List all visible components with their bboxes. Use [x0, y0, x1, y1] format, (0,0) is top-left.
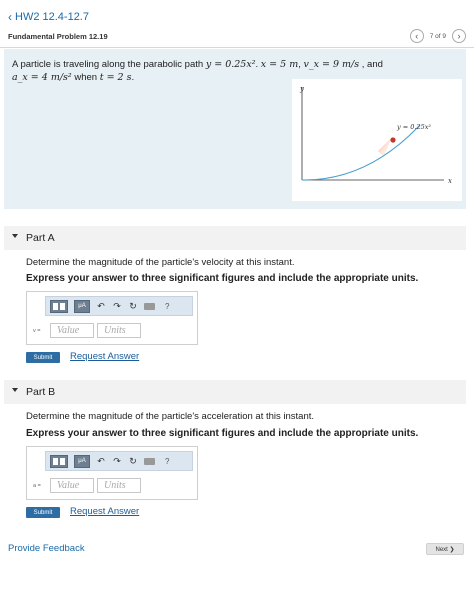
- variable-label: v =: [33, 327, 41, 334]
- part-b-answer-box: μA ↶ ↷ ↻ ? a = Value Units: [26, 446, 198, 500]
- parabola-curve: [301, 124, 421, 181]
- part-a-submit-button[interactable]: Submit: [26, 352, 60, 363]
- part-b-request-answer-link[interactable]: Request Answer: [70, 506, 139, 517]
- motion-trail: [378, 137, 392, 157]
- collapse-arrow-icon: [12, 388, 18, 392]
- part-a-answer-box: μA ↶ ↷ ↻ ? v = Value Units: [26, 291, 198, 345]
- next-button[interactable]: Next ❯: [426, 543, 464, 555]
- problem-header: Fundamental Problem 12.19 ‹ 7 of 9 ›: [0, 26, 474, 48]
- t-value: t = 2 s: [99, 72, 132, 83]
- parabola-figure: y x y = 0.25x²: [292, 79, 462, 201]
- units-icon[interactable]: μA: [74, 299, 90, 313]
- part-b-header[interactable]: Part B: [4, 380, 466, 404]
- help-icon[interactable]: ?: [165, 302, 169, 311]
- next-problem-button[interactable]: ›: [452, 29, 466, 43]
- x-value: x = 5 m: [260, 59, 299, 70]
- undo-icon[interactable]: ↶: [96, 456, 106, 467]
- units-icon[interactable]: μA: [74, 454, 90, 468]
- part-a-label: Part A: [26, 232, 55, 244]
- part-b-question: Determine the magnitude of the particle'…: [26, 411, 315, 422]
- reset-icon[interactable]: ↻: [128, 301, 138, 312]
- units-input[interactable]: Units: [97, 478, 141, 493]
- assignment-title: HW2 12.4-12.7: [15, 11, 89, 23]
- answer-fields: v = Value Units: [33, 323, 141, 338]
- answer-fields: a = Value Units: [33, 478, 141, 493]
- text-sep: .: [131, 72, 135, 83]
- particle-point: [390, 137, 396, 143]
- keyboard-icon[interactable]: [144, 302, 155, 310]
- templates-icon[interactable]: [50, 299, 68, 313]
- part-b-submit-button[interactable]: Submit: [26, 507, 60, 518]
- y-axis-label: y: [299, 85, 305, 93]
- part-b-instruction: Express your answer to three significant…: [26, 428, 419, 439]
- part-a-question: Determine the magnitude of the particle'…: [26, 257, 295, 268]
- variable-label: a =: [33, 482, 41, 489]
- reset-icon[interactable]: ↻: [128, 456, 138, 467]
- problem-position: 7 of 9: [429, 32, 446, 40]
- math-toolbar: μA ↶ ↷ ↻ ?: [45, 451, 193, 471]
- help-icon[interactable]: ?: [165, 457, 169, 466]
- part-a-header[interactable]: Part A: [4, 226, 466, 250]
- x-axis-label: x: [448, 177, 452, 185]
- collapse-arrow-icon: [12, 234, 18, 238]
- templates-icon[interactable]: [50, 454, 68, 468]
- curve-label: y = 0.25x²: [396, 123, 431, 131]
- units-input[interactable]: Units: [97, 323, 141, 338]
- math-toolbar: μA ↶ ↷ ↻ ?: [45, 296, 193, 316]
- keyboard-icon[interactable]: [144, 457, 155, 465]
- problem-pager: ‹ 7 of 9 ›: [409, 29, 466, 43]
- problem-text-intro: A particle is traveling along the parabo…: [12, 59, 206, 70]
- chevron-left-icon: ‹: [8, 10, 12, 24]
- part-b-label: Part B: [26, 386, 56, 398]
- value-input[interactable]: Value: [50, 323, 94, 338]
- problem-title: Fundamental Problem 12.19: [8, 32, 108, 41]
- vx-value: v_x = 9 m/s: [303, 59, 360, 70]
- redo-icon[interactable]: ↷: [112, 456, 122, 467]
- value-input[interactable]: Value: [50, 478, 94, 493]
- back-nav[interactable]: ‹ HW2 12.4-12.7: [8, 10, 89, 24]
- undo-icon[interactable]: ↶: [96, 301, 106, 312]
- prev-problem-button[interactable]: ‹: [409, 29, 424, 43]
- ax-value: a_x = 4 m/s²: [12, 72, 72, 83]
- part-a-request-answer-link[interactable]: Request Answer: [70, 351, 139, 362]
- path-equation: y = 0.25x²: [205, 59, 256, 70]
- text-sep: when: [71, 72, 100, 83]
- redo-icon[interactable]: ↷: [112, 301, 122, 312]
- text-sep: , and: [359, 59, 383, 70]
- provide-feedback-link[interactable]: Provide Feedback: [8, 543, 85, 554]
- part-a-instruction: Express your answer to three significant…: [26, 273, 419, 284]
- problem-statement-panel: A particle is traveling along the parabo…: [4, 49, 466, 209]
